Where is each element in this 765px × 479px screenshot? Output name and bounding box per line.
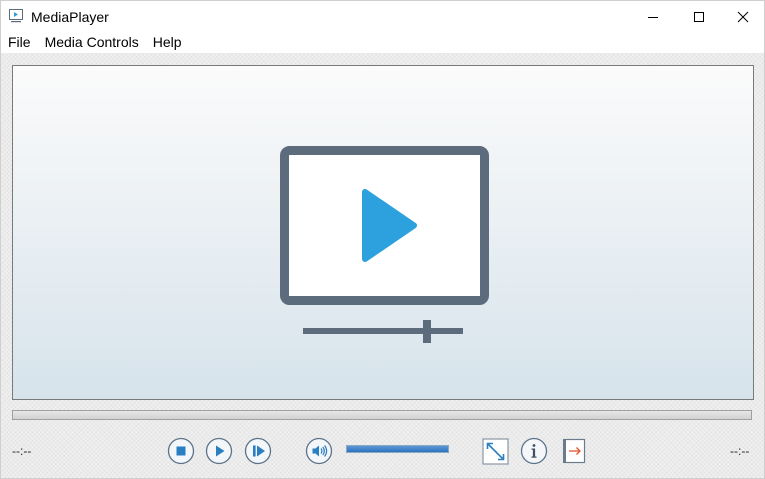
volume-button[interactable] (305, 437, 333, 465)
minimize-button[interactable] (630, 1, 676, 32)
menu-media-controls[interactable]: Media Controls (38, 32, 146, 53)
menu-bar: File Media Controls Help (1, 32, 764, 53)
title-bar: MediaPlayer (1, 1, 764, 32)
video-display[interactable] (12, 65, 754, 400)
close-icon (737, 11, 749, 22)
minimize-icon (648, 16, 658, 18)
menu-file[interactable]: File (1, 32, 38, 53)
volume-icon (305, 437, 333, 465)
close-button[interactable] (720, 1, 765, 32)
monitor-play-icon (280, 146, 489, 343)
step-forward-icon (244, 437, 272, 465)
step-forward-button[interactable] (244, 437, 272, 465)
menu-help[interactable]: Help (146, 32, 189, 53)
elapsed-time: --:-- (12, 444, 32, 458)
volume-level-fill (347, 446, 448, 452)
media-player-app-icon (9, 9, 23, 23)
stop-button[interactable] (167, 437, 195, 465)
seek-bar[interactable] (12, 410, 752, 420)
exit-icon (563, 438, 586, 464)
total-time: --:-- (730, 444, 750, 458)
maximize-icon (694, 11, 704, 22)
info-icon (520, 437, 548, 465)
stop-icon (167, 437, 195, 465)
maximize-button[interactable] (676, 1, 722, 32)
media-player-window: MediaPlayer File Media Controls Help --:… (0, 0, 765, 479)
play-icon (205, 437, 233, 465)
play-button[interactable] (205, 437, 233, 465)
fullscreen-button[interactable] (482, 438, 509, 465)
exit-button[interactable] (561, 437, 588, 465)
client-area: --:-- --:-- (1, 53, 764, 478)
window-title: MediaPlayer (31, 9, 109, 25)
volume-slider[interactable] (346, 445, 449, 453)
fullscreen-icon (482, 438, 509, 465)
info-button[interactable] (520, 437, 548, 465)
